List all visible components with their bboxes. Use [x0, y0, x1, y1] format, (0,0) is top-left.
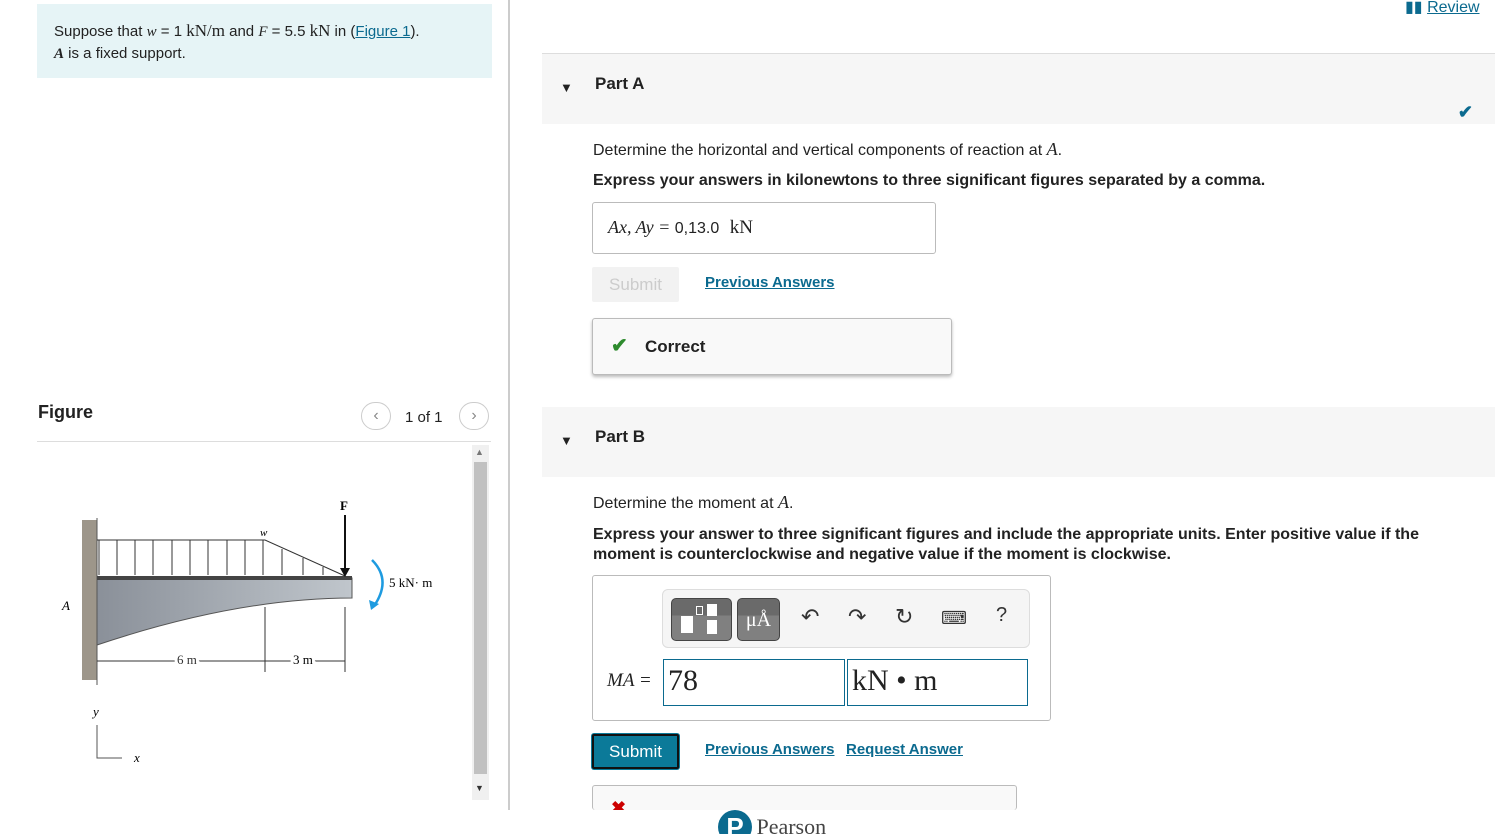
- book-icon: ▮▮: [1405, 0, 1423, 16]
- pearson-icon: P: [718, 810, 752, 834]
- var-A: A: [54, 46, 65, 62]
- problem-text: = 1: [156, 23, 187, 40]
- redo-icon[interactable]: ↷: [848, 604, 866, 630]
- math-toolbar: μÅ ↶ ↷ ↻ ⌨ ?: [662, 589, 1030, 648]
- moment-arrow: [371, 559, 384, 607]
- chevron-right-icon: ›: [471, 407, 477, 424]
- collapse-triangle-icon[interactable]: ▼: [560, 80, 573, 95]
- problem-text: and: [224, 23, 259, 40]
- scroll-up-icon[interactable]: ▲: [475, 447, 484, 457]
- units-input[interactable]: kN • m: [847, 659, 1028, 706]
- collapse-triangle-icon[interactable]: ▼: [560, 433, 573, 448]
- problem-text: = 5.5: [267, 23, 310, 40]
- brand-text: Pearson: [756, 814, 827, 834]
- part-b-previous-answers-link[interactable]: Previous Answers: [705, 741, 835, 758]
- part-a-label: Part A: [595, 74, 645, 93]
- request-answer-link[interactable]: Request Answer: [846, 741, 963, 758]
- part-a-header[interactable]: ▼ Part A ✔: [542, 54, 1495, 124]
- problem-text: in (: [330, 23, 356, 40]
- part-b-instruction: Express your answer to three significant…: [593, 526, 1419, 563]
- answer-unit: kN: [729, 217, 753, 238]
- chevron-left-icon: ‹: [373, 407, 379, 424]
- beam-figure: F w 5 kN· m A 6 m 3 m y x: [61, 498, 432, 765]
- problem-text: Suppose that: [54, 23, 147, 40]
- part-b-question: Determine the moment at A.: [593, 492, 794, 512]
- part-b-submit-button[interactable]: Submit: [592, 734, 679, 769]
- prev-figure-button[interactable]: ‹: [361, 402, 391, 430]
- label-6m: 6 m: [177, 652, 197, 667]
- label-x: x: [133, 750, 140, 765]
- part-a-feedback: ✔ Correct: [592, 318, 952, 375]
- figure-title: Figure: [38, 402, 94, 422]
- feedback-text: Correct: [645, 337, 706, 356]
- figure-pager: 1 of 1: [405, 409, 443, 426]
- label-moment: 5 kN· m: [389, 575, 432, 590]
- part-b-label: Part B: [595, 427, 646, 446]
- part-a-answer-box: Ax, Ay = 0,13.0 kN: [592, 202, 936, 254]
- part-a-previous-answers-link[interactable]: Previous Answers: [705, 274, 835, 291]
- var-w: w: [146, 24, 157, 40]
- pane-divider[interactable]: [508, 0, 510, 810]
- keyboard-icon[interactable]: ⌨: [941, 608, 967, 629]
- units-button[interactable]: μÅ: [737, 598, 780, 641]
- undo-icon[interactable]: ↶: [801, 604, 819, 630]
- scroll-down-icon[interactable]: ▼: [475, 783, 484, 793]
- part-b-feedback: ✖: [592, 785, 1017, 810]
- part-a-instruction: Express your answers in kilonewtons to t…: [593, 172, 1266, 189]
- scrollbar-thumb[interactable]: [474, 462, 487, 774]
- problem-statement: Suppose that w = 1 kN/m and F = 5.5 kN i…: [37, 4, 492, 78]
- part-a-question: Determine the horizontal and vertical co…: [593, 139, 1063, 159]
- label-F: F: [340, 498, 348, 513]
- incorrect-x-icon: ✖: [611, 798, 627, 810]
- next-figure-button[interactable]: ›: [459, 402, 489, 430]
- part-b-header[interactable]: ▼ Part B: [542, 407, 1495, 477]
- answer-label: MA =: [607, 670, 652, 691]
- figure-divider: [37, 441, 491, 442]
- label-y: y: [91, 704, 99, 719]
- var-A: A: [777, 492, 789, 512]
- unit: kN: [309, 21, 331, 40]
- answer-value: 0,13.0: [674, 220, 720, 237]
- checkmark-icon: ✔: [1457, 102, 1473, 122]
- value-input[interactable]: 78: [663, 659, 845, 706]
- part-a-submit-button[interactable]: Submit: [592, 267, 679, 302]
- label-3m: 3 m: [293, 652, 313, 667]
- var-A: A: [1046, 139, 1058, 159]
- pearson-logo: P Pearson: [718, 810, 826, 834]
- help-button[interactable]: ?: [996, 604, 1007, 627]
- unit: kN/m: [186, 21, 225, 40]
- reset-icon[interactable]: ↻: [895, 604, 913, 630]
- wall-support: [82, 520, 97, 680]
- question-text: Determine the horizontal and vertical co…: [593, 142, 1047, 159]
- question-text: Determine the moment at: [593, 495, 778, 512]
- review-label[interactable]: Review: [1427, 0, 1479, 16]
- label-A: A: [61, 598, 70, 613]
- figure-link[interactable]: Figure 1: [355, 23, 410, 40]
- problem-text: is a fixed support.: [64, 45, 186, 62]
- distributed-load: [97, 539, 346, 577]
- label-w: w: [260, 527, 268, 539]
- answer-label: Ax, Ay =: [608, 217, 671, 237]
- load-arrows: [98, 540, 324, 575]
- review-link[interactable]: ▮▮ Review: [1405, 0, 1480, 17]
- correct-check-icon: ✔: [611, 335, 628, 357]
- templates-button[interactable]: [671, 598, 732, 641]
- axes-icon: [96, 725, 122, 759]
- beam: [96, 577, 353, 646]
- problem-text: ).: [410, 23, 420, 40]
